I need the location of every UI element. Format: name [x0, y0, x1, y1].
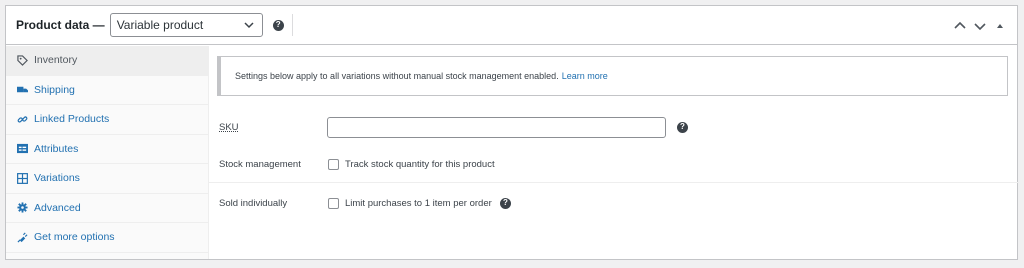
tab-inventory[interactable]: Inventory	[6, 46, 208, 76]
move-down-icon[interactable]	[973, 19, 987, 33]
notice-text: Settings below apply to all variations w…	[235, 71, 559, 81]
manage-stock-checkbox[interactable]	[328, 158, 339, 170]
help-icon[interactable]: ?	[677, 121, 688, 133]
learn-more-link[interactable]: Learn more	[562, 71, 608, 81]
sku-input[interactable]	[327, 116, 666, 138]
tab-label: Shipping	[34, 83, 75, 96]
tab-linked-products[interactable]: Linked Products	[6, 105, 208, 135]
tab-label: Linked Products	[34, 113, 110, 126]
stock-management-row: Stock management Track stock quantity fo…	[209, 154, 1019, 174]
list-icon	[16, 142, 29, 155]
link-icon	[16, 113, 29, 126]
tab-label: Advanced	[34, 201, 81, 214]
sold-individually-checkbox[interactable]	[328, 197, 339, 209]
tab-label: Inventory	[34, 54, 78, 67]
tab-advanced[interactable]: Advanced	[6, 194, 208, 223]
chevron-down-icon	[244, 22, 254, 29]
product-type-select[interactable]: Variable product	[109, 13, 263, 37]
move-up-icon[interactable]	[953, 19, 967, 33]
sku-label: SKU	[219, 121, 239, 133]
plugin-icon	[16, 231, 29, 244]
tab-variations[interactable]: Variations	[6, 164, 208, 194]
section-divider	[209, 182, 1019, 183]
collapse-toggle-icon[interactable]	[993, 19, 1007, 33]
product-data-metabox: Product data — Variable product ? Invent…	[5, 5, 1019, 260]
gear-icon	[16, 201, 29, 214]
tab-label: Variations	[34, 172, 80, 185]
tab-label: Get more options	[34, 231, 115, 244]
tag-icon	[16, 54, 29, 67]
truck-icon	[16, 83, 29, 96]
help-icon[interactable]: ?	[272, 19, 284, 31]
manage-stock-checkbox-label: Track stock quantity for this product	[345, 158, 495, 170]
product-data-tabs: Inventory Shipping Linked Products Attri…	[6, 46, 209, 259]
sold-individually-row: Sold individually Limit purchases to 1 i…	[209, 193, 1019, 213]
tab-shipping[interactable]: Shipping	[6, 76, 208, 105]
tab-label: Attributes	[34, 142, 79, 155]
inventory-panel: Settings below apply to all variations w…	[209, 46, 1019, 259]
grid-icon	[16, 172, 29, 185]
sold-individually-checkbox-label: Limit purchases to 1 item per order	[345, 197, 492, 209]
tab-attributes[interactable]: Attributes	[6, 135, 208, 164]
metabox-header: Product data — Variable product ?	[6, 6, 1017, 45]
stock-management-label: Stock management	[219, 158, 301, 170]
inventory-notice: Settings below apply to all variations w…	[217, 56, 1008, 96]
metabox-title: Product data —	[16, 18, 105, 32]
sold-individually-label: Sold individually	[219, 197, 288, 209]
sku-row: SKU ?	[209, 116, 1019, 138]
header-divider	[291, 14, 293, 36]
help-icon[interactable]: ?	[500, 197, 511, 209]
tab-get-more-options[interactable]: Get more options	[6, 223, 208, 253]
product-type-value: Variable product	[116, 18, 204, 32]
metabox-actions	[953, 6, 1007, 45]
